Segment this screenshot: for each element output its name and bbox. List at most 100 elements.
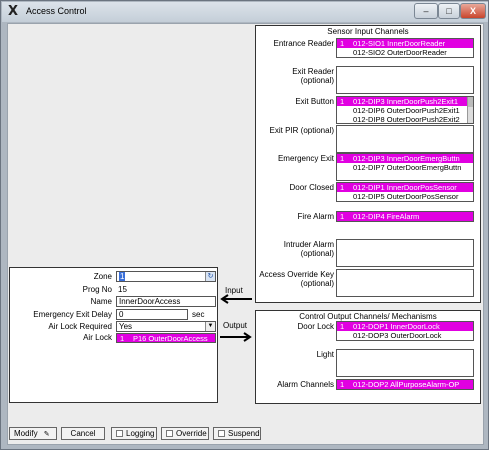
airlock-list-item[interactable]: 1 P16 OuterDoorAccess (117, 334, 215, 343)
modify-button[interactable]: Modify ✎ (9, 427, 57, 440)
airlock-list[interactable]: 1 P16 OuterDoorAccess (116, 333, 216, 343)
item-text: 012-DIP3 InnerDoorPush2Exit1 (353, 97, 459, 106)
app-icon: X (8, 4, 19, 19)
logging-toggle[interactable]: Logging (111, 427, 157, 440)
item-text: 012-DIP5 OuterDoorPosSensor (353, 192, 459, 201)
output-label: Door Lock (297, 322, 334, 331)
sensor-list-item[interactable]: 012-DIP6 OuterDoorPush2Exit1 (337, 106, 473, 115)
sensor-listbox[interactable]: 1 012-SIO1 InnerDoorReader 012-SIO2 OuterD… (336, 38, 474, 58)
output-channel-panel: Control Output Channels/ Mechanisms Door… (255, 310, 481, 404)
sensor-list-item[interactable]: 012-DIP8 OuterDoorPush2Exit2 (337, 115, 473, 124)
sensor-label: Door Closed (289, 183, 334, 192)
item-number: 1 (340, 380, 345, 389)
modify-label: Modify (14, 429, 38, 438)
cancel-button[interactable]: Cancel (61, 427, 105, 440)
sensor-label: Access Override Key (optional) (259, 270, 334, 288)
output-listbox[interactable]: 1 012-DOP2 AllPurposeAlarm-OP (336, 379, 474, 390)
name-label: Name (90, 297, 112, 306)
item-number: 1 (340, 154, 345, 163)
close-button[interactable]: X (460, 3, 486, 19)
override-checkbox[interactable] (166, 430, 173, 437)
item-text: P16 OuterDoorAccess (133, 334, 208, 343)
item-text: 012-DIP1 InnerDoorPosSensor (353, 183, 457, 192)
output-list-item[interactable]: 1 012-DOP2 AllPurposeAlarm-OP (337, 380, 473, 389)
item-text: 012-DOP2 AllPurposeAlarm-OP (353, 380, 460, 389)
logging-label: Logging (126, 429, 155, 438)
access-control-window: X Access Control – □ X Sensor Input Chan… (0, 0, 489, 450)
prog-value: 15 (118, 285, 127, 294)
zone-details-panel: Zone 1 ↻ Prog No 15 Name InnerDoorAccess… (9, 267, 218, 403)
override-toggle[interactable]: Override (161, 427, 209, 440)
input-arrow-icon (220, 294, 252, 304)
sensor-label: Entrance Reader (273, 39, 334, 48)
item-text: 012-DIP7 OuterDoorEmergButtn (353, 163, 462, 172)
suspend-toggle[interactable]: Suspend (213, 427, 261, 440)
suspend-label: Suspend (228, 429, 260, 438)
sensor-listbox[interactable] (336, 269, 474, 297)
minimize-button[interactable]: – (414, 3, 438, 19)
suspend-checkbox[interactable] (218, 430, 225, 437)
item-text: 012-SIO2 OuterDoorReader (353, 48, 447, 57)
item-number: 1 (120, 334, 125, 343)
override-label: Override (176, 429, 207, 438)
item-text: 012-DIP4 FireAlarm (353, 212, 420, 221)
sensor-label: Exit PIR (optional) (269, 126, 334, 135)
sensor-listbox[interactable]: 1 012-DIP4 FireAlarm (336, 211, 474, 222)
sensor-input-panel: Sensor Input Channels Entrance Reader 1 01… (255, 25, 481, 303)
zone-label: Zone (93, 272, 112, 281)
output-panel-title: Control Output Channels/ Mechanisms (299, 312, 437, 321)
sensor-label: Exit Button (295, 97, 334, 106)
pencil-icon: ✎ (43, 431, 50, 438)
sensor-label: Emergency Exit (277, 154, 334, 163)
zone-value: 1 (119, 272, 126, 281)
maximize-button[interactable]: □ (438, 3, 460, 19)
item-number: 1 (340, 39, 345, 48)
sensor-list-item[interactable]: 012-DIP7 OuterDoorEmergButtn (337, 163, 473, 172)
item-number: 1 (340, 212, 345, 221)
sensor-listbox[interactable]: 1 012-DIP3 InnerDoorPush2Exit1 012-DIP6 Ou… (336, 96, 474, 124)
output-listbox[interactable]: 1 012-DOP1 InnerDoorLock 012-DOP3 OuterDoo… (336, 321, 474, 341)
title-bar: X Access Control – □ X (2, 2, 488, 22)
sensor-list-item[interactable]: 1 012-DIP3 InnerDoorPush2Exit1 (337, 97, 473, 106)
name-field[interactable]: InnerDoorAccess (116, 296, 216, 307)
sensor-list-item[interactable]: 012-SIO2 OuterDoorReader (337, 48, 473, 57)
airlock-required-label: Air Lock Required (48, 322, 112, 331)
sensor-listbox[interactable]: 1 012-DIP1 InnerDoorPosSensor 012-DIP5 Out… (336, 182, 474, 202)
list-scrollbar[interactable] (467, 97, 473, 123)
sensor-listbox[interactable] (336, 125, 474, 153)
delay-label: Emergency Exit Delay (33, 310, 112, 319)
airlock-required-value: Yes (119, 322, 133, 331)
item-text: 012-DIP3 InnerDoorEmergButtn (353, 154, 460, 163)
item-text: 012-DIP6 OuterDoorPush2Exit1 (353, 106, 460, 115)
zone-field[interactable]: 1 ↻ (116, 271, 216, 282)
airlock-label: Air Lock (83, 333, 112, 342)
chevron-down-icon[interactable]: ▼ (205, 322, 215, 331)
item-number: 1 (340, 97, 345, 106)
sensor-list-item[interactable]: 1 012-DIP3 InnerDoorEmergButtn (337, 154, 473, 163)
sensor-label: Fire Alarm (297, 212, 334, 221)
sensor-panel-title: Sensor Input Channels (327, 27, 409, 36)
output-arrow-icon (220, 332, 252, 342)
output-label: Alarm Channels (277, 380, 334, 389)
sensor-listbox[interactable] (336, 239, 474, 267)
sensor-listbox[interactable]: 1 012-DIP3 InnerDoorEmergButtn 012-DIP7 Ou… (336, 153, 474, 181)
scrollbar-thumb[interactable] (468, 97, 473, 107)
output-listbox[interactable] (336, 349, 474, 377)
sensor-list-item[interactable]: 1 012-DIP1 InnerDoorPosSensor (337, 183, 473, 192)
zone-spinner-icon[interactable]: ↻ (205, 272, 215, 281)
window-title: Access Control (26, 6, 87, 16)
item-number: 1 (340, 183, 345, 192)
output-list-item[interactable]: 1 012-DOP1 InnerDoorLock (337, 322, 473, 331)
item-text: 012-DIP8 OuterDoorPush2Exit2 (353, 115, 460, 124)
logging-checkbox[interactable] (116, 430, 123, 437)
item-text: 012-DOP1 InnerDoorLock (353, 322, 440, 331)
sensor-list-item[interactable]: 1 012-DIP4 FireAlarm (337, 212, 473, 221)
prog-label: Prog No (82, 285, 112, 294)
delay-field[interactable]: 0 (116, 309, 188, 320)
sensor-list-item[interactable]: 1 012-SIO1 InnerDoorReader (337, 39, 473, 48)
output-list-item[interactable]: 012-DOP3 OuterDoorLock (337, 331, 473, 340)
airlock-required-select[interactable]: Yes ▼ (116, 321, 216, 332)
sensor-listbox[interactable] (336, 66, 474, 94)
sensor-list-item[interactable]: 012-DIP5 OuterDoorPosSensor (337, 192, 473, 201)
item-text: 012-DOP3 OuterDoorLock (353, 331, 442, 340)
